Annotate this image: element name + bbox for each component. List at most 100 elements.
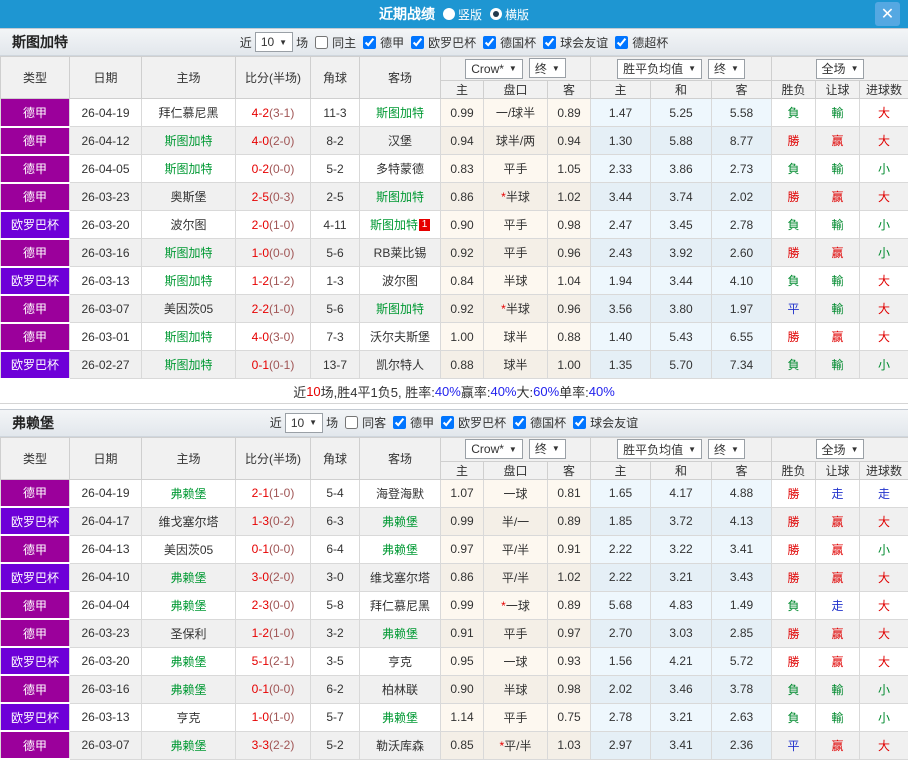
column-header: 类型: [1, 437, 70, 479]
league-label: 球会友谊: [560, 34, 608, 51]
odds-company-select[interactable]: Crow*▼: [465, 59, 523, 79]
league-type-badge: 欧罗巴杯: [1, 563, 70, 591]
league-type-badge: 德甲: [1, 155, 70, 183]
home-team: 弗赖堡: [142, 479, 236, 507]
fulltime-score: 2-2: [252, 302, 269, 316]
avg-draw-odds: 4.17: [651, 479, 712, 507]
filter-bar: 近10▼场同主德甲欧罗巴杯德国杯球会友谊德超杯: [240, 32, 668, 52]
win-draw-loss-result: 負: [772, 99, 816, 127]
odds-company-select-label: Crow*: [471, 442, 504, 456]
odds-home: 0.83: [441, 155, 484, 183]
corners-cell: 6-2: [311, 675, 360, 703]
avg-home-odds: 1.65: [591, 479, 651, 507]
avg-odds-select[interactable]: 胜平负均值▼: [617, 59, 702, 79]
goals-result: 大: [860, 127, 908, 155]
halftime-score: (2-0): [269, 570, 294, 584]
radio-icon[interactable]: [443, 8, 455, 20]
avg-away-odds: 2.63: [712, 703, 772, 731]
league-checkbox[interactable]: [483, 36, 496, 49]
halftime-score: (0-0): [269, 542, 294, 556]
handicap-cell: 球半: [484, 323, 548, 351]
header-select-group: 全场▼: [772, 57, 908, 81]
sub-column-header: 客: [712, 461, 772, 479]
odds-stage-select[interactable]: 终▼: [529, 58, 566, 78]
away-team: 斯图加特: [360, 295, 441, 323]
odds-away: 1.04: [548, 267, 591, 295]
home-team-name: 斯图加特: [164, 274, 212, 288]
avg-odds-select[interactable]: 胜平负均值▼: [617, 439, 702, 459]
chevron-down-icon: ▼: [309, 418, 317, 427]
result-scope-select[interactable]: 全场▼: [816, 439, 865, 459]
avg-home-odds: 2.22: [591, 535, 651, 563]
handicap-cell: 平/半: [484, 535, 548, 563]
section-header-0: 斯图加特近10▼场同主德甲欧罗巴杯德国杯球会友谊德超杯: [0, 28, 908, 56]
match-row: 德甲26-04-12斯图加特4-0(2-0)8-2汉堡0.94球半/两0.941…: [1, 127, 908, 155]
avg-stage-select[interactable]: 终▼: [708, 439, 745, 459]
odds-away: 0.75: [548, 703, 591, 731]
column-header: 比分(半场): [236, 437, 311, 479]
close-icon[interactable]: ✕: [875, 2, 900, 26]
match-row: 德甲26-04-13美因茨050-1(0-0)6-4弗赖堡0.97平/半0.91…: [1, 535, 908, 563]
same-venue-checkbox[interactable]: [315, 36, 328, 49]
win-draw-loss-result: 負: [772, 675, 816, 703]
odds-away: 0.88: [548, 323, 591, 351]
away-team-name: 柏林联: [382, 683, 418, 697]
odds-home: 0.90: [441, 675, 484, 703]
handicap-result: 輸: [816, 295, 860, 323]
home-team: 拜仁慕尼黑: [142, 99, 236, 127]
score-cell: 1-3(0-2): [236, 507, 311, 535]
halftime-score: (0-0): [269, 162, 294, 176]
league-checkbox[interactable]: [441, 416, 454, 429]
home-team-name: 亨克: [176, 711, 200, 725]
chevron-down-icon: ▼: [731, 445, 739, 454]
away-team: 多特蒙德: [360, 155, 441, 183]
filter-bar: 近10▼场同客德甲欧罗巴杯德国杯球会友谊: [270, 413, 638, 433]
goals-result: 走: [860, 479, 908, 507]
home-team: 美因茨05: [142, 535, 236, 563]
score-cell: 3-3(2-2): [236, 731, 311, 759]
score-cell: 4-2(3-1): [236, 99, 311, 127]
fulltime-score: 0-1: [252, 542, 269, 556]
match-row: 德甲26-03-07弗赖堡3-3(2-2)5-2勒沃库森0.85*平/半1.03…: [1, 731, 908, 759]
odds-away: 1.03: [548, 731, 591, 759]
layout-radio-horizontal[interactable]: 横版: [490, 6, 529, 23]
league-checkbox[interactable]: [363, 36, 376, 49]
home-team: 亨克: [142, 703, 236, 731]
halftime-score: (1-0): [269, 710, 294, 724]
league-checkbox[interactable]: [573, 416, 586, 429]
handicap-text: 平手: [503, 246, 527, 260]
handicap-text: 平/半: [504, 739, 531, 753]
score-cell: 2-0(1-0): [236, 211, 311, 239]
match-date: 26-03-13: [70, 703, 142, 731]
league-checkbox[interactable]: [543, 36, 556, 49]
fulltime-score: 1-3: [252, 514, 269, 528]
halftime-score: (1-0): [269, 218, 294, 232]
radio-icon[interactable]: [490, 8, 502, 20]
layout-radio-vertical[interactable]: 竖版: [443, 6, 482, 23]
away-team-name: RB莱比锡: [374, 246, 427, 260]
away-team-name: 多特蒙德: [376, 162, 424, 176]
recent-count-select[interactable]: 10▼: [255, 32, 293, 52]
result-scope-select[interactable]: 全场▼: [816, 59, 865, 79]
away-team-name: 海登海默: [376, 487, 424, 501]
odds-company-select[interactable]: Crow*▼: [465, 439, 523, 459]
header-select-group: 胜平负均值▼ 终▼: [591, 437, 772, 461]
same-venue-checkbox[interactable]: [345, 416, 358, 429]
avg-stage-select[interactable]: 终▼: [708, 59, 745, 79]
league-checkbox[interactable]: [615, 36, 628, 49]
corners-cell: 2-5: [311, 183, 360, 211]
odds-stage-select[interactable]: 终▼: [529, 439, 566, 459]
column-header: 主场: [142, 437, 236, 479]
recent-count-select[interactable]: 10▼: [285, 413, 323, 433]
handicap-cell: 平手: [484, 211, 548, 239]
handicap-cell: 球半: [484, 351, 548, 379]
league-checkbox[interactable]: [393, 416, 406, 429]
away-team-name: 勒沃库森: [376, 739, 424, 753]
away-team: 拜仁慕尼黑: [360, 591, 441, 619]
sub-column-header: 客: [548, 81, 591, 99]
corners-cell: 5-6: [311, 239, 360, 267]
league-checkbox[interactable]: [513, 416, 526, 429]
away-team-name: 弗赖堡: [382, 543, 418, 557]
league-checkbox[interactable]: [411, 36, 424, 49]
score-cell: 2-1(1-0): [236, 479, 311, 507]
